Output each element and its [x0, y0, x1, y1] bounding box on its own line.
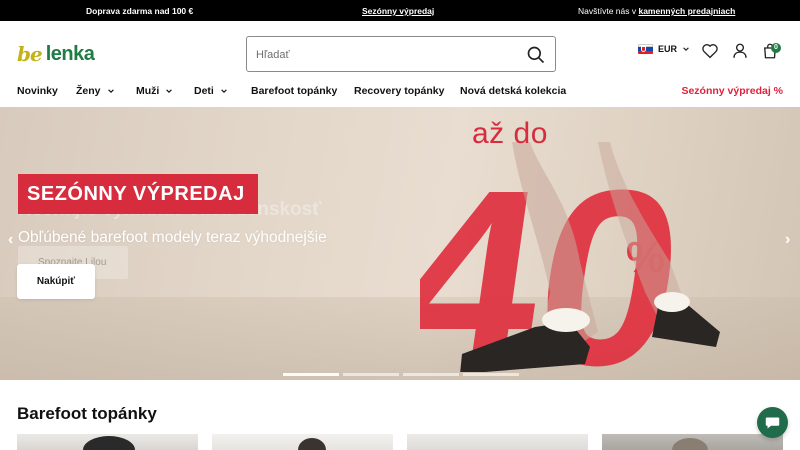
prev-slide-arrow-icon[interactable]: ‹	[8, 231, 13, 249]
currency-label: EUR	[658, 44, 678, 54]
chat-button[interactable]	[757, 407, 788, 438]
product-image	[298, 438, 326, 450]
heart-icon[interactable]	[701, 42, 719, 60]
chevron-down-icon	[166, 89, 173, 93]
hero-banner[interactable]: 40 % až do Nechajte vyniknúť vašu žensko…	[0, 107, 800, 380]
slide-dot[interactable]	[343, 373, 399, 376]
search-input[interactable]	[256, 46, 516, 64]
nav-item-label: Novinky	[17, 85, 58, 97]
hero-title: SEZÓNNY VÝPREDAJ	[27, 182, 245, 205]
nav-item-label: Barefoot topánky	[251, 85, 338, 97]
top-info-bar: Doprava zdarma nad 100 € Sezónny výpreda…	[0, 0, 800, 21]
discount-graphic: 40 %	[420, 142, 720, 372]
stores-text: Navštívte nás v kamenných predajniach	[578, 6, 735, 16]
top-sale-link[interactable]: Sezónny výpredaj	[362, 6, 434, 16]
cart-count-badge: 0	[771, 43, 781, 53]
nav-item-label: Deti	[194, 85, 214, 97]
free-shipping-text: Doprava zdarma nad 100 €	[86, 6, 194, 16]
slovakia-flag-icon	[638, 44, 653, 54]
product-card[interactable]	[602, 434, 783, 450]
chevron-down-icon	[221, 89, 227, 93]
section-title: Barefoot topánky	[17, 404, 157, 423]
nav-item-label: Muži	[136, 85, 160, 97]
currency-selector[interactable]: EUR	[638, 44, 690, 54]
nav-sale-link[interactable]: Sezónny výpredaj %	[681, 85, 783, 97]
nav-item-novinky[interactable]: Novinky	[17, 85, 58, 97]
logo[interactable]: be lenka	[17, 42, 95, 66]
hero-title-box: SEZÓNNY VÝPREDAJ	[18, 174, 258, 214]
nav-item-barefoot[interactable]: Barefoot topánky	[251, 85, 337, 97]
hero-subtitle: Obľúbené barefoot modely teraz výhodnejš…	[18, 229, 327, 246]
stores-link[interactable]: kamenných predajniach	[638, 6, 735, 16]
discount-prefix: až do	[472, 117, 548, 150]
chat-icon	[765, 417, 780, 429]
logo-be: be	[17, 42, 43, 66]
nav-item-muzi[interactable]: Muži	[136, 85, 173, 97]
chevron-down-icon	[683, 47, 689, 51]
main-nav: Novinky Ženy Muži Deti Barefoot topánky …	[0, 85, 800, 99]
product-image	[407, 434, 588, 450]
chevron-down-icon	[107, 89, 114, 93]
nav-item-kids-collection[interactable]: Nová detská kolekcia	[460, 85, 566, 97]
user-icon[interactable]	[731, 42, 749, 60]
slide-dot[interactable]	[403, 373, 459, 376]
hero-shop-button[interactable]: Nakúpiť	[17, 264, 95, 299]
product-card[interactable]	[17, 434, 198, 450]
slide-dot[interactable]	[283, 373, 339, 376]
slide-dot[interactable]	[463, 373, 519, 376]
nav-item-deti[interactable]: Deti	[194, 85, 228, 97]
stores-prefix: Navštívte nás v	[578, 6, 639, 16]
slide-indicators	[283, 373, 523, 376]
nav-item-label: Ženy	[76, 85, 101, 97]
search-icon[interactable]	[526, 45, 546, 65]
product-image	[672, 438, 708, 450]
nav-item-zeny[interactable]: Ženy	[76, 85, 115, 97]
logo-name: lenka	[45, 42, 95, 65]
product-card[interactable]	[407, 434, 588, 450]
nav-item-label: Nová detská kolekcia	[460, 85, 567, 97]
nav-item-label: Recovery topánky	[354, 85, 445, 97]
search-box	[246, 36, 556, 72]
nav-item-recovery[interactable]: Recovery topánky	[354, 85, 444, 97]
next-slide-arrow-icon[interactable]: ›	[785, 231, 790, 249]
product-image	[83, 436, 135, 450]
product-card[interactable]	[212, 434, 393, 450]
